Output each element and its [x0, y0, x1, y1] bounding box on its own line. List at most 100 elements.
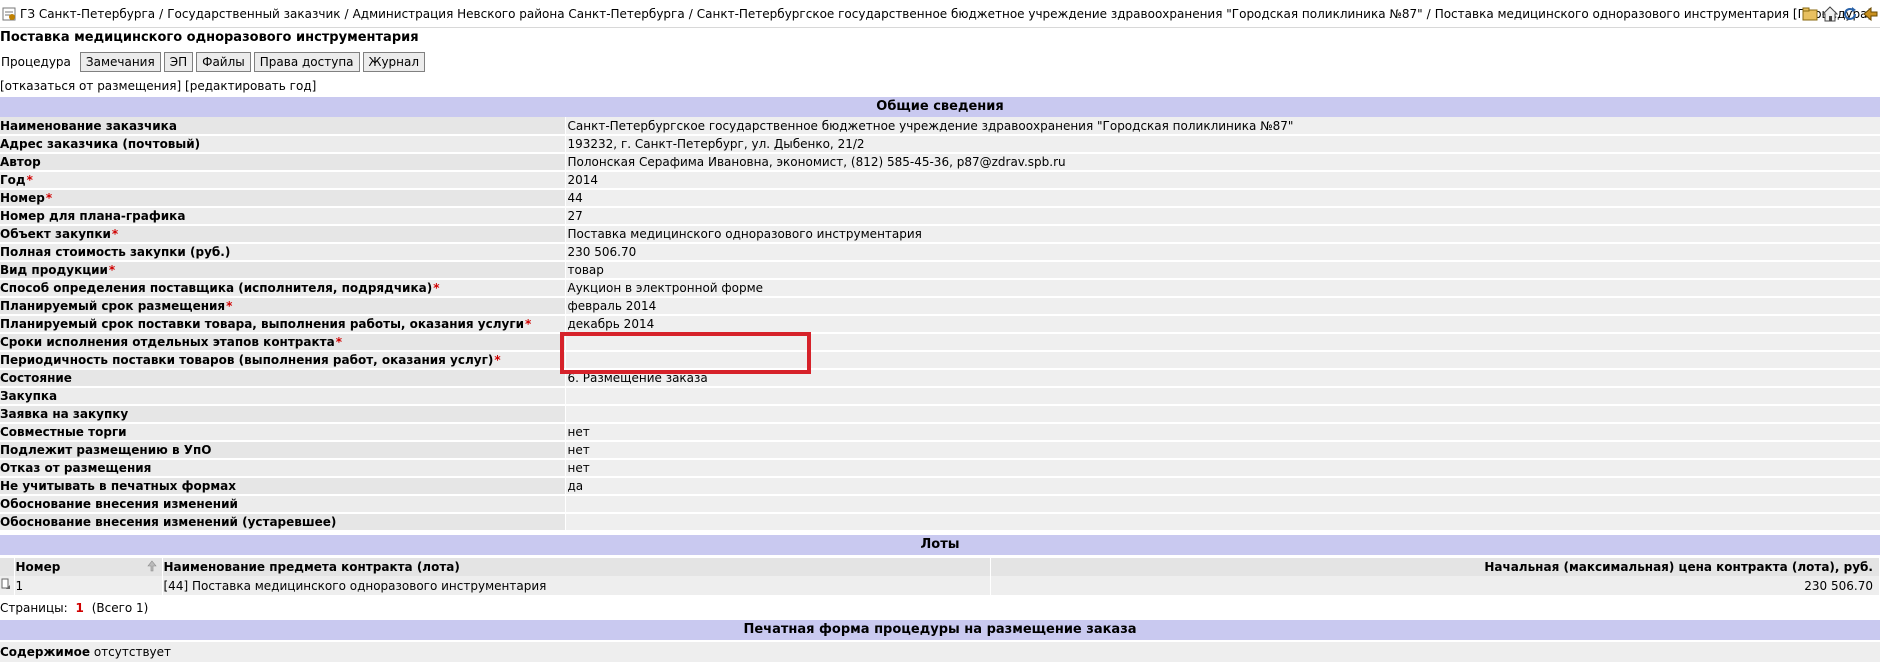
property-row: Не учитывать в печатных формах да [0, 477, 1880, 496]
property-label: Планируемый срок размещения* [0, 297, 566, 316]
lot-row[interactable]: 1 [44] Поставка медицинского одноразового… [0, 576, 1880, 595]
required-marker: * [108, 263, 116, 277]
pager: Страницы: 1 (Всего 1) [0, 601, 148, 615]
property-value: нет [565, 441, 1880, 460]
property-row: Периодичность поставки товаров (выполнен… [0, 351, 1880, 370]
breadcrumb-separator: / [159, 6, 164, 21]
property-label: Состояние [0, 369, 566, 388]
print-form-value: отсутствует [93, 645, 171, 659]
breadcrumb-item[interactable]: Государственный заказчик [167, 7, 340, 21]
property-label: Периодичность поставки товаров (выполнен… [0, 351, 566, 370]
property-label-text: Сроки исполнения отдельных этапов контра… [0, 335, 335, 349]
general-section-header: Общие сведения [0, 97, 1880, 117]
refuse-placement-link[interactable]: [отказаться от размещения] [0, 79, 181, 93]
breadcrumb-item[interactable]: ГЗ Санкт-Петербурга [20, 7, 155, 21]
property-row: Наименование заказчика Санкт-Петербургско… [0, 117, 1880, 136]
property-value: 44 [565, 189, 1880, 208]
page-title: Поставка медицинского одноразового инстр… [0, 30, 419, 45]
tab-4[interactable]: Права доступа [253, 52, 360, 72]
required-marker: * [26, 173, 33, 187]
breadcrumb-item[interactable]: Санкт-Петербургское государственное бюдж… [697, 7, 1423, 21]
property-row: Планируемый срок размещения* февраль 2014 [0, 297, 1880, 316]
required-marker: * [525, 317, 532, 331]
property-value: декабрь 2014 [565, 315, 1880, 334]
property-value [565, 387, 1880, 406]
edit-year-link[interactable]: [редактировать год] [185, 79, 316, 93]
breadcrumb-separator: / [688, 6, 693, 21]
property-row: Подлежит размещению в УпО нет [0, 441, 1880, 460]
required-marker: * [226, 299, 233, 313]
tab-bar: Процедура Замечания ЭП Файлы Права доступа Жу… [0, 52, 426, 72]
property-row: Закупка [0, 387, 1880, 406]
lots-col-number[interactable]: Номер [14, 558, 163, 576]
property-label: Полная стоимость закупки (руб.) [0, 243, 566, 262]
property-label-text: Обоснование внесения изменений [0, 497, 238, 511]
property-value: Аукцион в электронной форме [565, 279, 1880, 298]
pager-label: Страницы: [0, 601, 68, 615]
property-label-text: Способ определения поставщика (исполните… [0, 281, 433, 295]
lots-col-price[interactable]: Начальная (максимальная) цена контракта … [990, 558, 1880, 576]
property-label-text: Объект закупки [0, 227, 111, 241]
property-row: Номер для плана-графика 27 [0, 207, 1880, 226]
property-label: Адрес заказчика (почтовый) [0, 135, 566, 154]
property-row: Совместные торги нет [0, 423, 1880, 442]
property-label: Планируемый срок поставки товара, выполн… [0, 315, 566, 334]
refresh-icon[interactable] [1842, 6, 1858, 22]
lot-row-icon-cell[interactable] [0, 576, 15, 595]
required-marker: * [494, 353, 501, 367]
property-label: Номер* [0, 189, 566, 208]
pager-total: (Всего 1) [91, 601, 149, 615]
property-row: Автор Полонская Серафима Ивановна, эконом… [0, 153, 1880, 172]
required-marker: * [433, 281, 440, 295]
property-row: Обоснование внесения изменений (устаревш… [0, 513, 1880, 532]
property-value: нет [565, 423, 1880, 442]
lots-header-row: Номер Наименование предмета контракта (л… [0, 558, 1880, 576]
lots-col-name[interactable]: Наименование предмета контракта (лота) [162, 558, 991, 576]
required-marker: * [111, 227, 119, 241]
folder-icon[interactable] [1802, 6, 1818, 22]
property-row: Полная стоимость закупки (руб.) 230 506.7… [0, 243, 1880, 262]
tab-1[interactable]: Замечания [79, 52, 161, 72]
lot-name[interactable]: [44] Поставка медицинского одноразового … [162, 576, 991, 595]
property-label: Обоснование внесения изменений [0, 495, 566, 514]
required-marker: * [335, 335, 342, 349]
print-form-label: Содержимое [0, 645, 91, 659]
tab-5[interactable]: Журнал [362, 52, 426, 72]
property-label-text: Состояние [0, 371, 72, 385]
property-value: 6. Размещение заказа [565, 369, 1880, 388]
property-label: Обоснование внесения изменений (устаревш… [0, 513, 566, 532]
property-value [565, 513, 1880, 532]
back-icon[interactable] [1862, 6, 1878, 22]
property-label-text: Номер для плана-графика [0, 209, 186, 223]
edit-icon[interactable] [1, 578, 11, 593]
breadcrumb-item[interactable]: Администрация Невского района Санкт-Пете… [353, 7, 685, 21]
property-row: Обоснование внесения изменений [0, 495, 1880, 514]
breadcrumb-separator: / [1426, 6, 1431, 21]
tab-2[interactable]: ЭП [163, 52, 194, 72]
property-value: февраль 2014 [565, 297, 1880, 316]
property-value: товар [565, 261, 1880, 280]
property-label: Отказ от размещения [0, 459, 566, 478]
property-label-text: Наименование заказчика [0, 118, 177, 133]
property-row: Объект закупки* Поставка медицинского одн… [0, 225, 1880, 244]
property-value [565, 333, 1880, 352]
pager-current-page[interactable]: 1 [76, 601, 84, 615]
property-value: 230 506.70 [565, 243, 1880, 262]
property-label-text: Совместные торги [0, 425, 127, 439]
home-icon[interactable] [1821, 6, 1839, 22]
lot-number: 1 [14, 576, 163, 595]
tab-3[interactable]: Файлы [196, 52, 251, 72]
property-label: Год* [0, 171, 566, 190]
lots-header-spacer [0, 558, 15, 576]
property-row: Адрес заказчика (почтовый) 193232, г. Сан… [0, 135, 1880, 154]
tab-0[interactable]: Процедура [0, 52, 77, 72]
print-form-content-row: Содержимое отсутствует [0, 642, 1880, 662]
property-value [565, 405, 1880, 424]
property-label: Способ определения поставщика (исполните… [0, 279, 566, 298]
sort-up-icon[interactable] [146, 560, 157, 575]
property-value: 193232, г. Санкт-Петербург, ул. Дыбенко,… [565, 135, 1880, 154]
property-label-text: Периодичность поставки товаров (выполнен… [0, 353, 494, 367]
property-label-text: Полная стоимость закупки (руб.) [0, 245, 231, 259]
lots-col-number-label: Номер [15, 559, 61, 574]
breadcrumb: ГЗ Санкт-Петербурга / Государственный зака… [20, 7, 1880, 21]
